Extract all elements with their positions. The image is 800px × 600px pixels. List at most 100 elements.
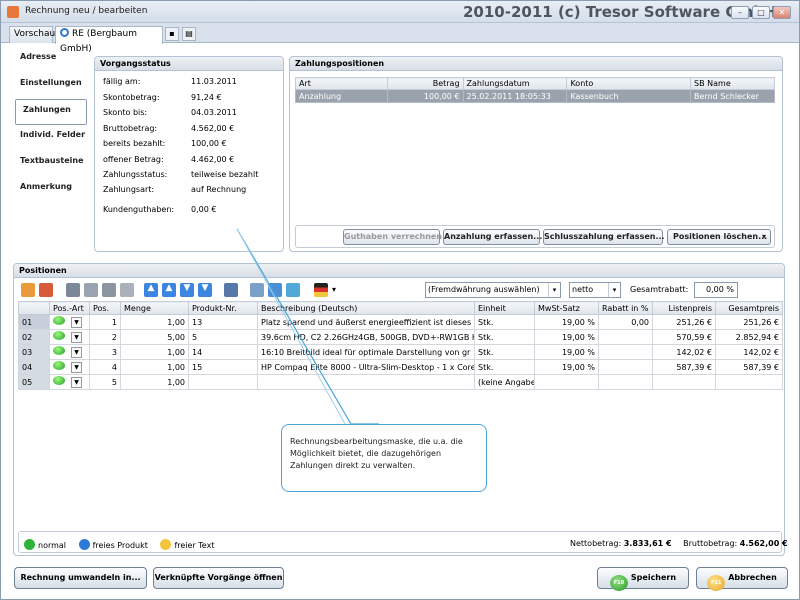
- sidebar-item-adresse[interactable]: Adresse: [13, 47, 87, 73]
- col-konto[interactable]: Konto: [566, 77, 692, 90]
- cell-beschreibung[interactable]: 39.6cm HD, C2 2.26GHz4GB, 500GB, DVD+-RW…: [257, 329, 475, 345]
- table-row[interactable]: 03 ▼ 3 1,00 14 16:10 Breitbild ideal für…: [18, 344, 783, 360]
- col-betrag[interactable]: Betrag: [386, 77, 464, 90]
- cell-mwst[interactable]: 19,00 %: [534, 329, 599, 345]
- table-row[interactable]: Anzahlung 100,00 € 25.02.2011 18:05:33 K…: [295, 89, 775, 103]
- cell-mwst[interactable]: 19,00 %: [534, 344, 599, 360]
- col-gesamtpreis[interactable]: Gesamtpreis: [715, 301, 783, 315]
- cell-produkt[interactable]: 13: [188, 314, 258, 330]
- dropdown-arrow-icon[interactable]: ▼: [71, 347, 82, 358]
- numbering-icon[interactable]: [224, 283, 238, 297]
- anzahlung-erfassen-button[interactable]: Anzahlung erfassen...: [443, 229, 542, 245]
- paste-icon[interactable]: [102, 283, 116, 297]
- col-sb-name[interactable]: SB Name: [690, 77, 775, 90]
- cell-beschreibung[interactable]: HP Compaq Elite 8000 - Ultra-Slim-Deskto…: [257, 359, 475, 375]
- cell-listenpreis[interactable]: 587,39 €: [652, 359, 716, 375]
- col-art[interactable]: Art: [295, 77, 388, 90]
- positionen-loeschen-button[interactable]: Positionen löschen... ▾: [667, 229, 771, 245]
- cell-menge[interactable]: 5,00: [120, 329, 189, 345]
- cell-menge[interactable]: 1,00: [120, 314, 189, 330]
- arrow-up-icon[interactable]: ▲: [162, 283, 176, 297]
- col-beschreibung[interactable]: Beschreibung (Deutsch): [257, 301, 475, 315]
- tab-close-icon[interactable]: ▪: [165, 27, 179, 41]
- cell-produkt[interactable]: 5: [188, 329, 258, 345]
- flag-icon[interactable]: [314, 283, 328, 297]
- add-row-icon[interactable]: [21, 283, 35, 297]
- cell-produkt[interactable]: [188, 374, 258, 390]
- sidebar-item-individ-felder[interactable]: Individ. Felder: [13, 125, 87, 151]
- new-tab-icon[interactable]: ▤: [182, 27, 196, 41]
- cell-einheit[interactable]: Stk.: [474, 344, 535, 360]
- dropdown-arrow-icon[interactable]: ▼: [71, 332, 82, 343]
- col-menge[interactable]: Menge: [120, 301, 189, 315]
- table-row[interactable]: 04 ▼ 4 1,00 15 HP Compaq Elite 8000 - Ul…: [18, 359, 783, 375]
- cell-mwst[interactable]: 19,00 %: [534, 314, 599, 330]
- dropdown-arrow-icon[interactable]: ▼: [71, 377, 82, 388]
- speichern-button[interactable]: F10Speichern: [597, 567, 689, 591]
- minimize-icon[interactable]: –: [731, 6, 749, 19]
- cell-einheit[interactable]: Stk.: [474, 329, 535, 345]
- verknuepfte-vorgaenge-button[interactable]: Verknüpfte Vorgänge öffnen: [153, 567, 284, 589]
- edit-icon[interactable]: [250, 283, 264, 297]
- rechnung-umwandeln-button[interactable]: Rechnung umwandeln in...: [14, 567, 147, 589]
- maximize-icon[interactable]: □: [752, 6, 770, 19]
- pos-art-cell[interactable]: ▼: [49, 344, 90, 360]
- close-icon[interactable]: ✕: [773, 6, 791, 19]
- col-row-num[interactable]: [18, 301, 50, 315]
- cell-beschreibung[interactable]: 16:10 Breitbild ideal für optimale Darst…: [257, 344, 475, 360]
- copy-icon[interactable]: [84, 283, 98, 297]
- col-listenpreis[interactable]: Listenpreis: [652, 301, 716, 315]
- cell-listenpreis[interactable]: 251,26 €: [652, 314, 716, 330]
- table-row[interactable]: 01 ▼ 1 1,00 13 Platz sparend und äußerst…: [18, 314, 783, 330]
- col-pos-art[interactable]: Pos.-Art: [49, 301, 90, 315]
- currency-select[interactable]: (Fremdwährung auswählen) ▾: [425, 282, 561, 298]
- cell-produkt[interactable]: 14: [188, 344, 258, 360]
- cell-beschreibung[interactable]: [257, 374, 475, 390]
- cell-listenpreis[interactable]: 570,59 €: [652, 329, 716, 345]
- cell-menge[interactable]: 1,00: [120, 344, 189, 360]
- dropdown-arrow-icon[interactable]: ▾: [332, 285, 336, 294]
- cell-menge[interactable]: 1,00: [120, 374, 189, 390]
- sidebar-item-einstellungen[interactable]: Einstellungen: [13, 73, 87, 99]
- guthaben-verrechnen-button[interactable]: Guthaben verrechnen: [343, 229, 442, 245]
- cell-rabatt[interactable]: [598, 359, 653, 375]
- cell-einheit[interactable]: Stk.: [474, 359, 535, 375]
- cell-rabatt[interactable]: [598, 344, 653, 360]
- gesamtrabatt-input[interactable]: 0,00 %: [694, 282, 738, 298]
- col-einheit[interactable]: Einheit: [474, 301, 535, 315]
- pos-art-cell[interactable]: ▼: [49, 374, 90, 390]
- col-pos[interactable]: Pos.: [89, 301, 121, 315]
- cell-mwst[interactable]: [534, 374, 599, 390]
- cell-menge[interactable]: 1,00: [120, 359, 189, 375]
- col-rabatt[interactable]: Rabatt in %: [598, 301, 653, 315]
- cell-rabatt[interactable]: [598, 374, 653, 390]
- cell-einheit[interactable]: Stk.: [474, 314, 535, 330]
- abbrechen-button[interactable]: F11Abbrechen: [696, 567, 788, 591]
- pos-art-cell[interactable]: ▼: [49, 314, 90, 330]
- pos-art-cell[interactable]: ▼: [49, 359, 90, 375]
- cell-listenpreis[interactable]: 142,02 €: [652, 344, 716, 360]
- sidebar-item-textbausteine[interactable]: Textbausteine: [13, 151, 87, 177]
- cell-listenpreis[interactable]: [652, 374, 716, 390]
- dropdown-arrow-icon[interactable]: ▼: [71, 362, 82, 373]
- cell-produkt[interactable]: 15: [188, 359, 258, 375]
- table-row[interactable]: 02 ▼ 2 5,00 5 39.6cm HD, C2 2.26GHz4GB, …: [18, 329, 783, 345]
- arrow-up-icon[interactable]: ▲: [144, 283, 158, 297]
- clipboard-icon[interactable]: [120, 283, 134, 297]
- dropdown-arrow-icon[interactable]: ▼: [71, 317, 82, 328]
- table-row[interactable]: 05 ▼ 5 1,00 (keine Angabe): [18, 374, 783, 390]
- cell-mwst[interactable]: 19,00 %: [534, 359, 599, 375]
- refresh-icon[interactable]: [286, 283, 300, 297]
- netto-select[interactable]: netto ▾: [569, 282, 621, 298]
- schlusszahlung-erfassen-button[interactable]: Schlusszahlung erfassen...: [543, 229, 665, 245]
- col-mwst[interactable]: MwSt-Satz: [534, 301, 599, 315]
- sidebar-item-anmerkung[interactable]: Anmerkung: [13, 177, 87, 203]
- pos-art-cell[interactable]: ▼: [49, 329, 90, 345]
- tab-rechnung[interactable]: RE (Bergbaum GmbH): [55, 26, 163, 54]
- cell-rabatt[interactable]: 0,00: [598, 314, 653, 330]
- delete-row-icon[interactable]: [39, 283, 53, 297]
- arrow-down-icon[interactable]: ▼: [180, 283, 194, 297]
- cell-beschreibung[interactable]: Platz sparend und äußerst energieeffizie…: [257, 314, 475, 330]
- tab-vorschau[interactable]: Vorschau: [9, 26, 55, 43]
- cell-einheit[interactable]: (keine Angabe): [474, 374, 535, 390]
